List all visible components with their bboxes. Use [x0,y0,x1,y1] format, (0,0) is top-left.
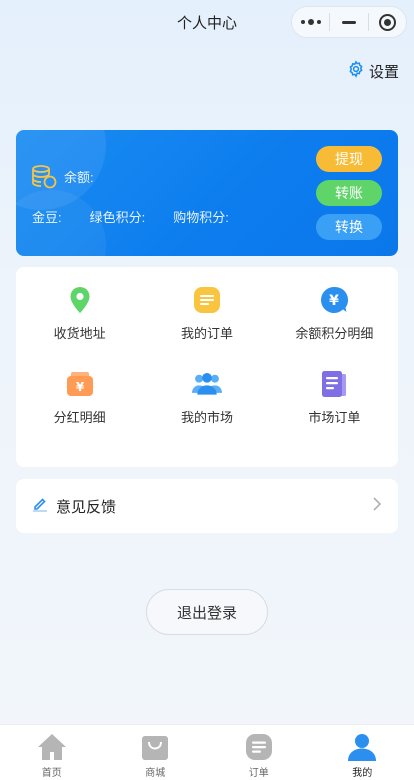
tab-bar: 首页 商城 订单 我的 [0,724,414,780]
settings-label: 设置 [368,64,399,81]
location-pin-icon [65,285,95,315]
svg-text:¥: ¥ [329,293,339,309]
menu-item-my-market[interactable]: 我的市场 [143,369,270,453]
users-group-icon [191,369,222,399]
balance-card: 余额: 金豆: 绿色积分: 购物积分: 提现 转账 转换 [16,130,398,256]
balance-actions: 提现 转账 转换 [316,146,382,240]
tab-mine[interactable]: 我的 [311,725,414,780]
gold-beans-label: 金豆: [32,210,62,225]
exchange-button[interactable]: 转换 [316,214,382,240]
pen-icon [32,496,48,517]
feedback-row[interactable]: 意见反馈 [16,479,398,533]
menu-item-label: 我的市场 [180,410,233,425]
close-mini-program-button[interactable] [369,7,406,37]
tab-mall[interactable]: 商城 [104,725,208,780]
transfer-button[interactable]: 转账 [316,180,382,206]
balance-label: 余额: [64,170,94,185]
document-icon [319,369,349,399]
feedback-label: 意见反馈 [56,498,117,516]
shopping-points-label: 购物积分: [173,210,229,225]
tab-orders[interactable]: 订单 [207,725,311,780]
order-list-icon [192,285,222,315]
home-icon [37,733,67,761]
tab-label: 商城 [145,768,166,779]
shopping-bag-icon [140,733,170,761]
more-options-button[interactable] [292,7,329,37]
target-circle-icon [378,13,396,31]
points-row: 金豆: 绿色积分: 购物积分: [32,207,229,226]
tab-label: 订单 [248,768,269,779]
tab-label: 我的 [352,768,373,779]
logout-button[interactable]: 退出登录 [146,589,268,635]
minus-icon [341,20,356,24]
navigation-bar: 个人中心 [0,0,414,44]
orders-icon [244,733,274,761]
menu-item-market-orders[interactable]: 市场订单 [271,369,398,453]
withdraw-button[interactable]: 提现 [316,146,382,172]
settings-button[interactable]: 设置 [347,60,399,83]
menu-item-label: 余额积分明细 [295,326,374,341]
tab-home[interactable]: 首页 [0,725,104,780]
profile-icon [347,733,377,761]
mini-program-capsule [291,6,407,38]
tab-label: 首页 [41,768,62,779]
chevron-right-icon [372,496,382,516]
svg-text:¥: ¥ [75,380,84,394]
menu-item-label: 市场订单 [308,410,361,425]
yen-coin-icon: ¥ [319,285,349,315]
menu-grid: 收货地址 我的订单 ¥ 余额积分明细 ¥ 分红明细 我的市场 市场订单 [16,267,398,467]
minimize-button[interactable] [330,7,367,37]
dividend-yen-icon: ¥ [65,369,95,399]
menu-item-label: 我的订单 [180,326,233,341]
menu-item-my-orders[interactable]: 我的订单 [143,285,270,369]
menu-item-label: 分红明细 [53,410,106,425]
gear-icon [347,60,365,83]
menu-item-balance-points-detail[interactable]: ¥ 余额积分明细 [271,285,398,369]
menu-item-shipping-address[interactable]: 收货地址 [16,285,143,369]
coin-stack-icon [30,162,58,195]
green-points-label: 绿色积分: [89,210,146,225]
more-dots-icon [300,19,321,25]
menu-item-dividend-detail[interactable]: ¥ 分红明细 [16,369,143,453]
menu-item-label: 收货地址 [53,326,106,341]
